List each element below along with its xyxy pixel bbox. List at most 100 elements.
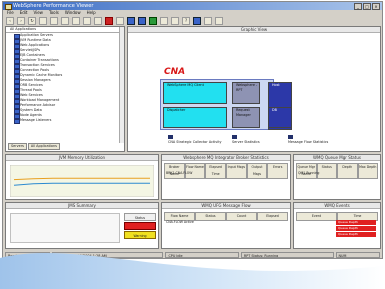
app-window: WebSphere Performance Viewer _ □ × File … [2,1,383,259]
back-icon[interactable]: ‹ [6,16,14,25]
col-flow-status[interactable]: Status [195,212,226,221]
tree-item-label: EJB Containers [20,53,45,57]
tree-item-label: Dynamic Cache Monitors [20,73,63,77]
col-status[interactable]: Status [316,163,337,179]
close-button[interactable]: × [372,3,380,10]
window-title: WebSphere Performance Viewer [13,3,94,9]
tree-item-label: Application Servers [20,33,53,37]
collector-icon [168,135,173,139]
zoom-icon[interactable] [204,16,212,25]
col-max-depth[interactable]: Max Depth [357,163,378,179]
record-icon[interactable] [116,16,124,25]
background-swoosh [0,253,385,289]
col-output-msgs[interactable]: Output Msgs [246,163,268,179]
tree-item-label: Node Agents [20,113,42,117]
table-icon[interactable] [138,16,146,25]
tree-scrollbar[interactable] [119,27,124,143]
tab-servers[interactable]: Servers [8,143,27,150]
table-row[interactable]: QM1 Running [296,171,319,176]
col-flow-elapsed[interactable]: Elapsed [257,212,288,221]
tree-item-label: JVM Runtime Data [20,38,51,42]
list-icon[interactable] [215,16,223,25]
paste-icon[interactable] [94,16,102,25]
refresh-icon[interactable]: ↻ [28,16,36,25]
swoosh-shape [0,253,385,289]
tree-node-icon [14,119,20,124]
save-icon[interactable] [50,16,58,25]
col-event[interactable]: Event [296,212,337,221]
settings-icon[interactable] [171,16,179,25]
col-input-msgs[interactable]: Input Msgs [226,163,247,179]
node-mq-client[interactable]: WebSphere MQ Client [163,82,227,104]
node-db[interactable]: DB [268,107,292,128]
tree-item-label: Workload Management [20,98,60,102]
flow-icon [288,135,293,139]
jvm-memory-panel: JVM Memory Utilization [5,154,159,200]
wmq-events-title: WMQ Events [294,203,380,209]
tree-item-label: Servlet/JSPs [20,48,41,52]
node-request-manager[interactable]: Request Manager [232,107,260,128]
tree-item-label: Web Applications [20,43,50,47]
flow-cell-status: Active [183,220,194,224]
maximize-button[interactable]: □ [363,3,371,10]
broker-statistics-panel: Websphere MQ Integrator Broker Statistic… [161,154,291,200]
tree-list: Application Servers JVM Runtime Data Web A… [6,33,124,124]
table-row[interactable]: CNA.FLOW Active [164,220,194,225]
jms-status-label: Status [124,213,156,221]
stop-icon[interactable] [105,16,113,25]
label-collector-activity[interactable]: CNA Strategic Collector Activity [168,140,222,145]
queue-mgr-status-title: WMQ Queue Mgr Status [294,155,380,161]
help-icon[interactable]: ? [182,16,190,25]
globe-icon[interactable] [193,16,201,25]
queue-cell-status: Running [306,171,320,175]
open-icon[interactable] [39,16,47,25]
forward-icon[interactable]: › [17,16,25,25]
node-dispatcher[interactable]: Dispatcher [163,107,227,128]
queue-cell-name: QM1 [298,171,306,175]
node-websphere-rpt[interactable]: Websphere - RPT [232,82,260,104]
navigation-tree: All Applications Application Servers JVM … [5,26,125,152]
tree-item-label: Connection Pools [20,68,50,72]
server-icon [232,135,237,139]
broker-statistics-title: Websphere MQ Integrator Broker Statistic… [162,155,290,161]
jvm-memory-title: JVM Memory Utilization [6,155,158,161]
cna-logo: CNA [164,67,186,77]
col-errors[interactable]: Errors [267,163,289,179]
toolbar: ‹ › ↻ ? [3,16,382,25]
flow-cell-name: CNA.FLOW [166,220,183,224]
col-elapsed-time[interactable]: Elapsed Time [205,163,227,179]
chart-plot-area [10,165,154,197]
graphic-view-panel: Graphic View CNA WebSphere MQ Client Web… [127,26,381,152]
minimize-button[interactable]: _ [354,3,362,10]
message-flow-title: WMQ UFG Message Flow [162,203,290,209]
tree-item-label: Message Listeners [20,118,52,122]
tree-item-label: Transaction Services [20,63,55,67]
tree-item[interactable]: Message Listeners [6,118,124,124]
event-row[interactable]: Queue Depth [336,226,376,231]
print-icon[interactable] [61,16,69,25]
jms-summary-title: JMS Summary [6,203,158,209]
copy-icon[interactable] [83,16,91,25]
tree-item-label: System Data [20,108,42,112]
broker-cell-flow: CNA.FLOW [175,171,193,175]
tree-item-label: Web Services [20,93,43,97]
grid-icon[interactable] [149,16,157,25]
tree-tabs: Servers All Applications [8,143,60,150]
tree-item-label: Performance Advisor [20,103,56,107]
chart-icon[interactable] [127,16,135,25]
broker-cell-name: BRK1 [166,171,175,175]
jms-status-alert[interactable] [124,222,156,230]
tab-all-applications[interactable]: All Applications [27,143,60,150]
filter-icon[interactable] [160,16,168,25]
tree-item-label: Session Managers [20,78,51,82]
tree-item-label: Thread Pools [20,88,42,92]
cut-icon[interactable] [72,16,80,25]
col-flow-count[interactable]: Count [226,212,257,221]
event-row[interactable]: Queue Depth [336,220,376,225]
window-titlebar: WebSphere Performance Viewer _ □ × [3,2,382,10]
col-depth[interactable]: Depth [337,163,358,179]
table-row[interactable]: BRK1 CNA.FLOW [164,171,192,176]
queue-mgr-status-panel: WMQ Queue Mgr Status Queue Mgr Name Stat… [293,154,381,200]
label-message-flow-statistics[interactable]: Message Flow Statistics [288,140,328,145]
label-server-statistics[interactable]: Server Statistics [232,140,260,145]
